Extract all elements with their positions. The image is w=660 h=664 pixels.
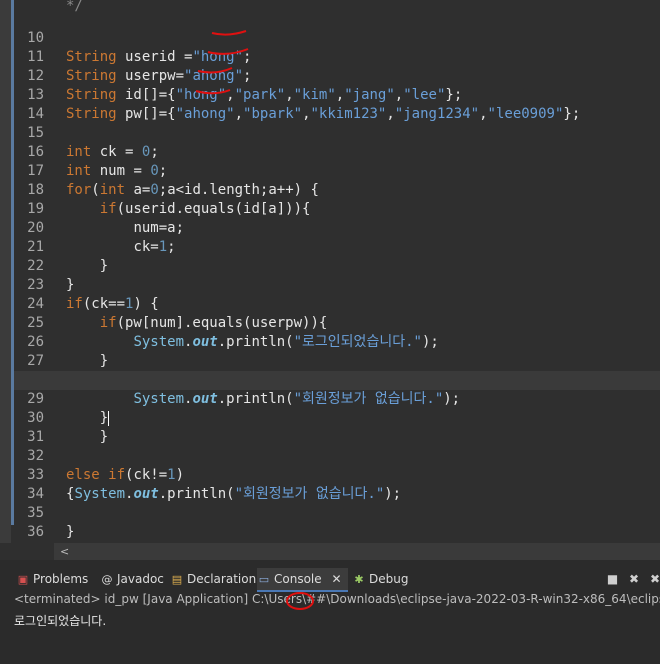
code-line-31: 31 bbox=[14, 409, 660, 445]
console-output[interactable]: 로그인되었습니다. bbox=[14, 612, 660, 629]
code-lines: */ 10 String userid ="hong"; 11 String u… bbox=[14, 0, 660, 542]
tab-label: Debug bbox=[369, 572, 409, 586]
tab-label: Declaration bbox=[187, 572, 257, 586]
tab-console[interactable]: ▭ Console ✕ bbox=[257, 568, 348, 592]
tab-javadoc[interactable]: @ Javadoc bbox=[100, 568, 164, 590]
tab-problems[interactable]: ▣ Problems bbox=[16, 568, 89, 590]
tab-label: Console bbox=[274, 572, 322, 586]
comment-fragment: */ bbox=[66, 0, 83, 14]
console-icon: ▭ bbox=[258, 573, 270, 586]
code-line-29-current[interactable]: 29 } bbox=[14, 371, 660, 426]
remove-all-icon[interactable]: ✖ bbox=[650, 568, 660, 590]
code-line-20: 20 ck=1; bbox=[14, 200, 660, 255]
bug-icon: ✱ bbox=[354, 573, 364, 586]
code-line-26: 26 } bbox=[14, 314, 660, 369]
console-launch-info: <terminated> id_pw [Java Application] C:… bbox=[14, 592, 660, 607]
code-line-14: 14 bbox=[14, 86, 660, 122]
code-line-11: 11 String userpw="ahong"; bbox=[14, 29, 660, 84]
tab-label: Javadoc bbox=[117, 572, 164, 586]
tab-debug[interactable]: ✱ Debug bbox=[352, 568, 408, 590]
code-line-13: 13 String pw[]={"ahong","bpark","kkim123… bbox=[14, 67, 660, 122]
code-line-34: 34 bbox=[14, 466, 660, 502]
code-line-15: 15 int ck = 0; bbox=[14, 105, 660, 160]
scroll-left-arrow-icon[interactable]: < bbox=[60, 543, 69, 560]
code-line-10: 10 String userid ="hong"; bbox=[14, 10, 660, 65]
code-line-21: 21 } bbox=[14, 219, 660, 274]
redacted-username: ## bbox=[306, 592, 327, 606]
code-line-35: 35 } bbox=[14, 485, 660, 540]
problems-icon: ▣ bbox=[17, 573, 29, 586]
code-line-27: 27 else { bbox=[14, 333, 660, 389]
code-line-partial: */ bbox=[14, 0, 660, 14]
tab-declaration[interactable]: ▤ Declaration bbox=[170, 568, 256, 590]
horizontal-scrollbar[interactable]: < bbox=[54, 543, 660, 560]
remove-launch-icon[interactable]: ✖ bbox=[629, 568, 639, 590]
code-editor[interactable]: */ 10 String userid ="hong"; 11 String u… bbox=[0, 0, 660, 543]
code-line-32: 32 else if(ck!=1) bbox=[14, 428, 660, 483]
code-line-17: 17 for(int a=0;a<id.length;a++) { bbox=[14, 143, 660, 198]
code-line-33: 33 {System.out.println("회원정보가 없습니다."); bbox=[14, 447, 660, 502]
close-icon[interactable]: ✕ bbox=[331, 572, 341, 586]
code-line-24: 24 if(pw[num].equals(userpw)){ bbox=[14, 276, 660, 331]
code-line-30: 30 } bbox=[14, 390, 660, 445]
code-line-16: 16 int num = 0; bbox=[14, 124, 660, 179]
code-line-22: 22 } bbox=[14, 238, 660, 293]
code-line-12: 12 String id[]={"hong","park","kim","jan… bbox=[14, 48, 660, 103]
editor-left-ruler bbox=[0, 0, 11, 543]
code-line-23: 23 if(ck==1) { bbox=[14, 257, 660, 312]
code-line-25: 25 System.out.println("로그인되었습니다."); bbox=[14, 295, 660, 350]
code-line-18: 18 if(userid.equals(id[a])){ bbox=[14, 162, 660, 217]
scroll-gutter bbox=[0, 543, 54, 560]
code-line-28: 28 System.out.println("회원정보가 없습니다."); bbox=[14, 352, 660, 407]
code-line-19: 19 num=a; bbox=[14, 181, 660, 236]
code-line-37: 37 bbox=[14, 523, 660, 542]
tab-label: Problems bbox=[33, 572, 89, 586]
console-panel: ▣ Problems @ Javadoc ▤ Declaration ▭ Console… bbox=[0, 560, 660, 664]
panel-tab-bar: ▣ Problems @ Javadoc ▤ Declaration ▭ Console… bbox=[0, 568, 660, 592]
console-toolbar: ■ ✖ ✖ bbox=[600, 568, 660, 590]
declaration-icon: ▤ bbox=[171, 573, 183, 586]
launch-path-text: \Downloads\eclipse-java-2022-03-R-win32-… bbox=[326, 592, 660, 606]
stop-icon[interactable]: ■ bbox=[607, 568, 618, 590]
code-line-36: 36 } bbox=[14, 504, 660, 540]
at-sign-icon: @ bbox=[101, 573, 113, 586]
launch-path-text: <terminated> id_pw [Java Application] C:… bbox=[14, 592, 307, 606]
